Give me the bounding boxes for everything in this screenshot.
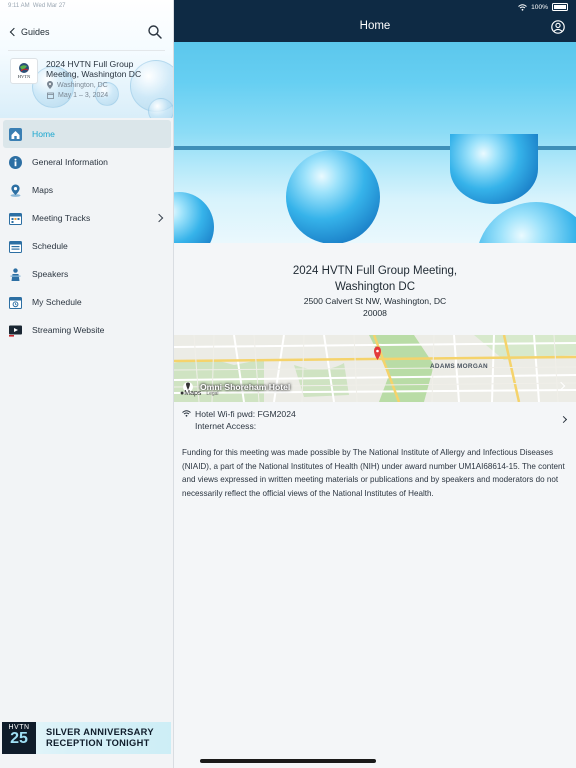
banner-logo-number: 25 [10,730,28,747]
sidebar-item-schedule[interactable]: Schedule [0,232,173,260]
calendar-icon [9,240,22,253]
banner-line-2: RECEPTION TONIGHT [46,738,150,748]
event-logo: HVTN [10,58,38,84]
profile-icon[interactable] [551,20,565,34]
calendar-icon [9,296,22,309]
event-address: 2500 Calvert St NW, Washington, DC 20008 [174,295,576,319]
event-location: Washington, DC [47,81,108,89]
banner-line-1: SILVER ANNIVERSARY [46,727,154,737]
hvtn-25-logo: HVTN 25 [2,722,36,754]
sidebar-item-general-information[interactable]: General Information [0,148,173,176]
event-heading-line-1: 2024 HVTN Full Group Meeting, [292,265,458,277]
event-heading: 2024 HVTN Full Group Meeting, Washington… [174,263,576,295]
sidebar-item-label: General Information [32,157,108,167]
water-droplet-image [476,202,576,243]
top-nav-bar: 100% Home [174,0,576,42]
internet-access-label: Internet Access: [195,421,257,431]
chevron-right-icon [559,415,568,424]
search-icon[interactable] [147,24,163,40]
sidebar-item-label: Meeting Tracks [32,213,91,223]
status-time: 9:11 AM Wed Mar 27 [8,3,66,9]
silver-anniversary-banner[interactable]: HVTN 25 SILVER ANNIVERSARY RECEPTION TON… [2,722,171,754]
status-time-text: 9:11 AM [8,3,30,9]
back-to-guides-button[interactable]: Guides [8,24,50,40]
home-icon [9,127,22,141]
back-label: Guides [21,27,50,37]
map-pin-icon [9,184,22,197]
wifi-password-text: Hotel Wi-fi pwd: FGM2024 [195,409,296,419]
bubble-decoration [148,98,173,118]
sidebar-item-maps[interactable]: Maps [0,176,173,204]
battery-percent: 100% [531,3,548,11]
sidebar-header: 9:11 AM Wed Mar 27 Guides HVTN 2024 HVTN… [0,0,173,118]
status-date-text: Wed Mar 27 [32,3,66,9]
maps-credit: ●Maps Legal [180,390,219,397]
sidebar-item-meeting-tracks[interactable]: Meeting Tracks [0,204,173,232]
event-title: 2024 HVTN Full Group Meeting, Washington… [46,59,142,79]
chevron-left-icon [9,27,19,37]
wifi-icon [182,410,191,417]
video-icon [9,324,22,337]
sidebar-item-home[interactable]: Home [3,120,171,148]
globe-logo-icon [19,63,29,73]
page-title: Home [359,20,391,32]
sidebar-item-streaming-website[interactable]: Streaming Website [0,316,173,344]
calendar-icon [9,212,22,225]
maps-legal-link[interactable]: Legal [206,391,218,397]
sidebar-item-label: Speakers [32,269,69,279]
sidebar-item-speakers[interactable]: Speakers [0,260,173,288]
sidebar-item-label: My Schedule [32,297,82,307]
water-droplet-image [174,192,214,243]
banner-text: SILVER ANNIVERSARY RECEPTION TONIGHT [46,727,154,749]
water-droplet-image [286,150,380,243]
info-icon [9,155,22,169]
sidebar-item-label: Home [32,129,55,139]
water-droplet-image [450,134,538,204]
address-line-2: 20008 [363,308,387,318]
event-dates: May 1 – 3, 2024 [47,92,108,99]
event-dates-text: May 1 – 3, 2024 [58,92,109,99]
sidebar: 9:11 AM Wed Mar 27 Guides HVTN 2024 HVTN… [0,0,174,768]
status-bar-right: 100% [518,3,568,11]
funding-disclaimer: Funding for this meeting was made possib… [182,448,565,498]
home-indicator[interactable] [200,759,376,763]
sidebar-item-label: Streaming Website [32,325,105,335]
wifi-info-row[interactable]: Hotel Wi-fi pwd: FGM2024 Internet Access… [174,406,576,436]
wifi-status-icon [518,3,527,11]
sidebar-item-my-schedule[interactable]: My Schedule [0,288,173,316]
battery-icon [552,3,568,11]
sidebar-item-label: Maps [32,185,54,195]
address-line-1: 2500 Calvert St NW, Washington, DC [303,296,447,306]
event-heading-line-2: Washington DC [334,281,416,293]
event-location-text: Washington, DC [57,81,108,89]
map-neighborhood-label: ADAMS MORGAN [430,363,488,370]
speaker-icon [9,267,22,281]
sidebar-nav: Home General Information Maps Meeting Tr… [0,120,173,344]
event-logo-text: HVTN [17,74,31,79]
location-pin-icon [47,81,53,89]
maps-credit-text: Maps [184,390,202,397]
calendar-small-icon [47,92,54,99]
sidebar-item-label: Schedule [32,241,68,251]
hero-image [174,42,576,243]
divider [8,50,165,51]
venue-map[interactable]: ADAMS MORGAN Omni Shoreham Hotel ●Maps L… [174,335,576,402]
chevron-right-icon [154,213,164,223]
